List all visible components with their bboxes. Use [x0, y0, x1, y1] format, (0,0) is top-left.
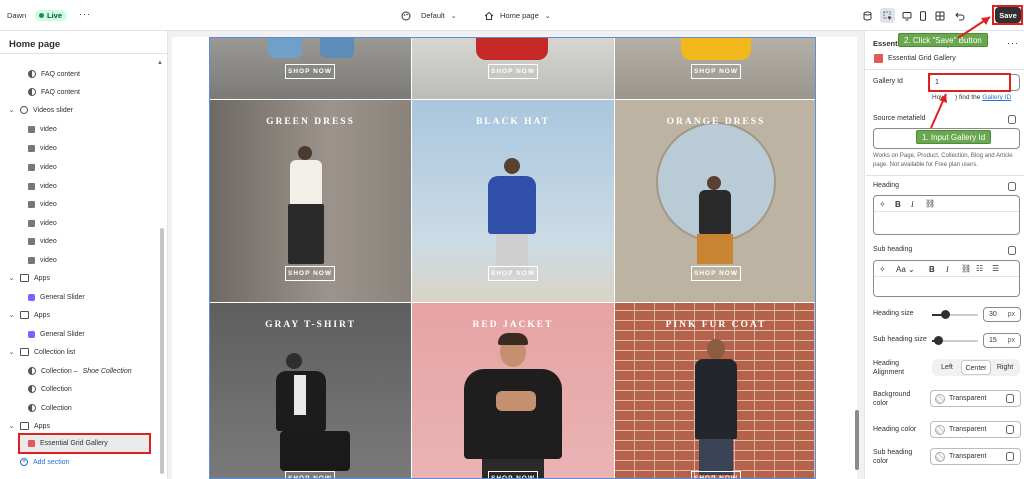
annotation-arrows	[930, 16, 991, 129]
